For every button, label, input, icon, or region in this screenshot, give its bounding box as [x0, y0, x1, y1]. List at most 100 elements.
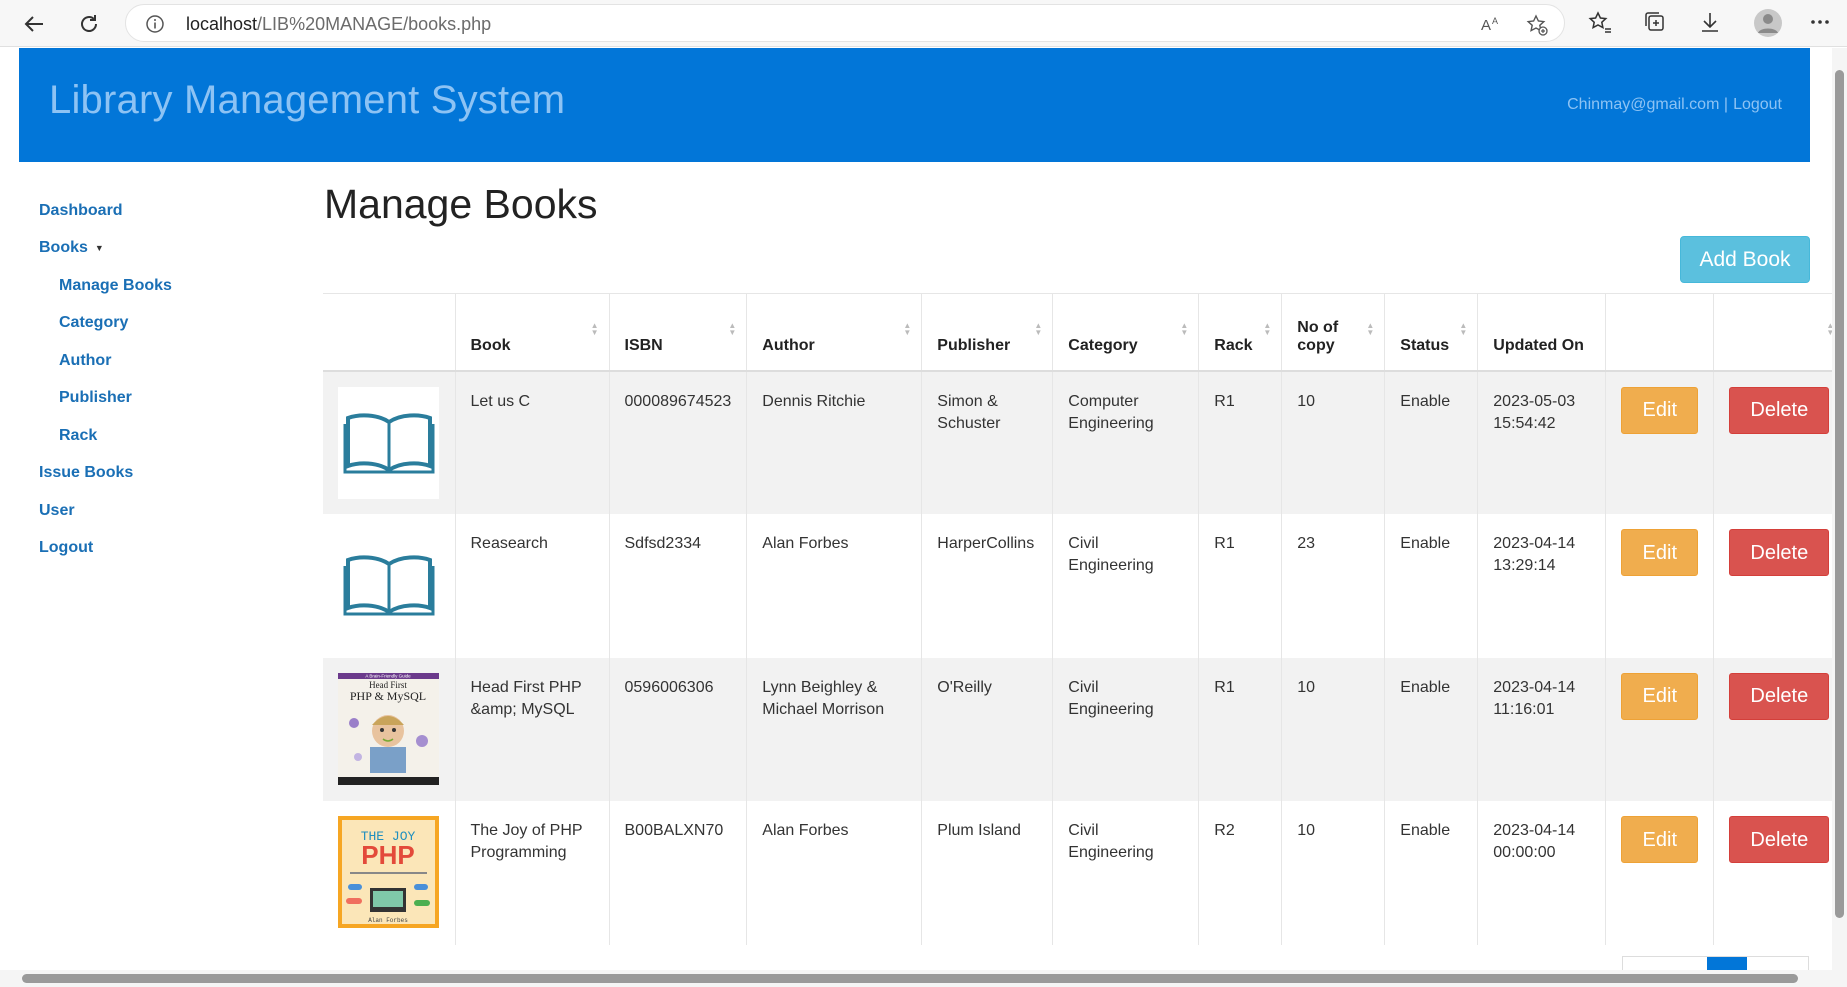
svg-text:A: A — [1481, 17, 1491, 34]
cell-updated-on: 2023-05-03 15:54:42 — [1477, 370, 1607, 514]
delete-button[interactable]: Delete — [1729, 816, 1830, 863]
edit-button[interactable]: Edit — [1621, 672, 1699, 720]
joy-of-php-cover: THE JOY PHP Alan Forbes — [338, 816, 439, 928]
profile-avatar-icon[interactable] — [1753, 8, 1783, 43]
svg-text:PHP & MySQL: PHP & MySQL — [350, 689, 426, 703]
cell-delete: Delete — [1713, 801, 1846, 945]
horizontal-scrollbar-thumb[interactable] — [22, 974, 1798, 983]
horizontal-scrollbar[interactable] — [0, 970, 1847, 987]
cell-updated-on: 2023-04-14 13:29:14 — [1477, 514, 1607, 658]
address-bar[interactable]: localhost/LIB%20MANAGE/books.php AA — [125, 4, 1565, 42]
favorites-icon[interactable] — [1588, 10, 1612, 39]
app-header: Library Management System Chinmay@gmail.… — [19, 48, 1810, 162]
cell-publisher: Simon & Schuster — [921, 370, 1054, 514]
refresh-icon[interactable] — [75, 10, 103, 38]
read-aloud-icon[interactable]: AA — [1481, 14, 1503, 39]
url-text: localhost/LIB%20MANAGE/books.php — [186, 14, 492, 34]
page-content: Library Management System Chinmay@gmail.… — [0, 48, 1847, 987]
pagination-active-page[interactable] — [1707, 957, 1747, 971]
cell-publisher: HarperCollins — [921, 514, 1054, 658]
edit-button[interactable]: Edit — [1621, 529, 1699, 576]
add-book-button[interactable]: Add Book — [1680, 236, 1810, 283]
open-book-icon — [338, 386, 439, 499]
cell-status: Enable — [1384, 514, 1479, 658]
column-header-isbn[interactable]: ISBN ▲ ▼ — [609, 293, 748, 372]
column-header-status[interactable]: Status ▲ ▼ — [1384, 293, 1479, 372]
add-favorite-icon[interactable] — [1526, 14, 1548, 41]
edit-button[interactable]: Edit — [1621, 386, 1699, 434]
cell-edit: Edit — [1605, 514, 1715, 658]
sidebar-item-publisher[interactable]: Publisher — [39, 380, 259, 418]
sort-icon: ▲ ▼ — [728, 321, 737, 337]
column-header-copies[interactable]: No of copy ▲ ▼ — [1281, 293, 1386, 372]
cell-copies: 10 — [1281, 801, 1386, 945]
collections-icon[interactable] — [1643, 10, 1667, 39]
cell-edit: Edit — [1605, 657, 1715, 801]
download-icon[interactable] — [1698, 10, 1722, 39]
sort-icon: ▲ ▼ — [1034, 321, 1043, 337]
column-header-edit — [1605, 293, 1715, 372]
cell-author: Alan Forbes — [746, 801, 923, 945]
sidebar-item-dashboard[interactable]: Dashboard — [39, 192, 259, 230]
cell-delete: Delete — [1713, 657, 1846, 801]
cell-edit: Edit — [1605, 801, 1715, 945]
svg-text:A Brain-Friendly Guide: A Brain-Friendly Guide — [365, 673, 411, 678]
site-info-icon[interactable] — [146, 15, 164, 38]
cell-delete: Delete — [1713, 514, 1846, 658]
sidebar-item-books[interactable]: Books ▼ — [39, 230, 259, 268]
sort-icon: ▲ ▼ — [590, 321, 599, 337]
cell-status: Enable — [1384, 801, 1479, 945]
column-header-author[interactable]: Author ▲ ▼ — [746, 293, 923, 372]
cell-category: Civil Engineering — [1052, 514, 1200, 658]
cell-updated-on: 2023-04-14 00:00:00 — [1477, 801, 1607, 945]
edit-button[interactable]: Edit — [1621, 816, 1699, 863]
cell-publisher: O'Reilly — [921, 657, 1054, 801]
cell-isbn: B00BALXN70 — [609, 801, 748, 945]
sidebar-item-manage-books[interactable]: Manage Books — [39, 267, 259, 305]
app-title[interactable]: Library Management System — [49, 78, 565, 123]
header-logout-link[interactable]: Logout — [1733, 96, 1782, 114]
pagination — [1622, 956, 1809, 971]
sidebar-item-category[interactable]: Category — [39, 305, 259, 343]
sort-icon: ▲ ▼ — [1263, 321, 1272, 337]
caret-down-icon: ▼ — [94, 243, 104, 254]
vertical-scrollbar-thumb[interactable] — [1835, 70, 1844, 918]
back-arrow-icon[interactable] — [20, 10, 48, 38]
sidebar-item-user[interactable]: User — [39, 492, 259, 530]
cell-delete: Delete — [1713, 370, 1846, 514]
table-row: THE JOY PHP Alan Forbes The Joy of PHP P… — [323, 801, 1846, 945]
column-header-updated-on: Updated On — [1477, 293, 1607, 372]
sidebar-item-author[interactable]: Author — [39, 342, 259, 380]
cell-copies: 23 — [1281, 514, 1386, 658]
cell-rack: R1 — [1198, 370, 1283, 514]
more-menu-icon[interactable] — [1808, 10, 1832, 39]
user-email-link[interactable]: Chinmay@gmail.com | — [1567, 96, 1728, 114]
cell-updated-on: 2023-04-14 11:16:01 — [1477, 657, 1607, 801]
column-header-publisher[interactable]: Publisher ▲ ▼ — [921, 293, 1054, 372]
delete-button[interactable]: Delete — [1729, 386, 1830, 434]
svg-text:Alan Forbes: Alan Forbes — [368, 917, 408, 924]
cell-edit: Edit — [1605, 370, 1715, 514]
cell-rack: R1 — [1198, 514, 1283, 658]
column-header-book[interactable]: Book ▲ ▼ — [455, 293, 610, 372]
cell-publisher: Plum Island — [921, 801, 1054, 945]
sidebar-item-logout[interactable]: Logout — [39, 530, 259, 568]
cell-isbn: 0596006306 — [609, 657, 748, 801]
cell-category: Civil Engineering — [1052, 801, 1200, 945]
sidebar-item-issue-books[interactable]: Issue Books — [39, 455, 259, 493]
table-row: Let us C 000089674523 Dennis Ritchie Sim… — [323, 370, 1846, 514]
cell-book: Let us C — [455, 370, 610, 514]
sidebar-item-rack[interactable]: Rack — [39, 417, 259, 455]
cell-copies: 10 — [1281, 370, 1386, 514]
column-header-delete[interactable]: ▲ ▼ — [1713, 293, 1846, 372]
cover-cell — [323, 370, 456, 514]
sort-icon: ▲ ▼ — [1180, 321, 1189, 337]
cell-rack: R2 — [1198, 801, 1283, 945]
vertical-scrollbar[interactable] — [1832, 48, 1847, 970]
column-header-category[interactable]: Category ▲ ▼ — [1052, 293, 1200, 372]
delete-button[interactable]: Delete — [1729, 672, 1830, 720]
sidebar-item-label: Books — [39, 239, 88, 257]
delete-button[interactable]: Delete — [1729, 529, 1830, 576]
column-header-rack[interactable]: Rack ▲ ▼ — [1198, 293, 1283, 372]
svg-text:PHP: PHP — [361, 840, 414, 870]
